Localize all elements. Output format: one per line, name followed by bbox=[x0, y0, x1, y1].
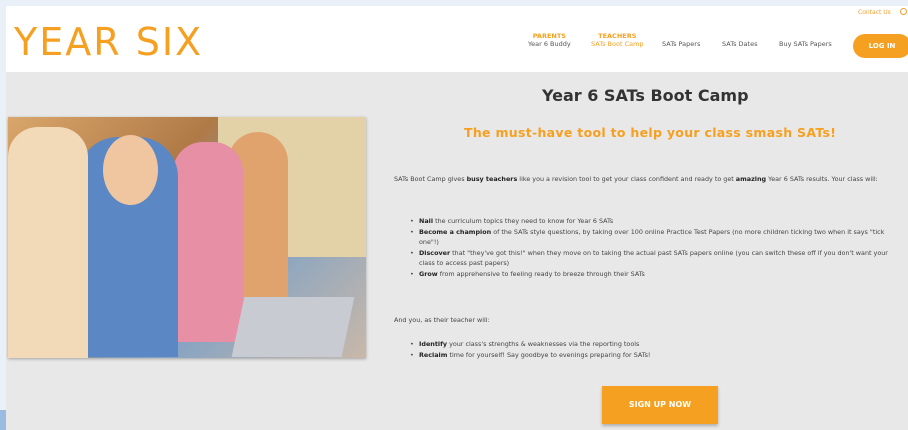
list-item: Become a champion of the SATs style ques… bbox=[410, 227, 904, 247]
search-icon[interactable] bbox=[900, 8, 907, 15]
list-item-text: that "they've got this!" when they move … bbox=[419, 249, 888, 267]
teacher-benefits-list: Identify your class's strengths & weakne… bbox=[410, 339, 904, 361]
list-item-bold: Discover bbox=[419, 249, 451, 257]
intro-text: like you a revision tool to get your cla… bbox=[517, 175, 736, 183]
list-item: Grow from apprehensive to feeling ready … bbox=[410, 269, 904, 279]
site-header: YEAR SIX Contact Us PARENTS Year 6 Buddy… bbox=[6, 6, 908, 72]
nav-item-buy-sats-papers[interactable]: Buy SATs Papers bbox=[779, 40, 832, 48]
intro-bold: amazing bbox=[735, 175, 767, 183]
nav-item-sats-papers[interactable]: SATs Papers bbox=[662, 40, 700, 48]
nav-item-sats-boot-camp[interactable]: TEACHERS SATs Boot Camp bbox=[591, 32, 644, 48]
nav-item-label: SATs Dates bbox=[722, 40, 758, 48]
intro-text: SATs Boot Camp gives bbox=[394, 175, 467, 183]
intro-paragraph: SATs Boot Camp gives busy teachers like … bbox=[394, 174, 904, 184]
nav-item-label: SATs Boot Camp bbox=[591, 40, 644, 48]
nav-item-label: SATs Papers bbox=[662, 40, 701, 48]
list-item-text: your class's strengths & weaknesses via … bbox=[447, 340, 640, 348]
page-subtitle: The must-have tool to help your class sm… bbox=[464, 125, 837, 140]
list-item-bold: Grow bbox=[419, 270, 438, 278]
nav-group-parents: PARENTS bbox=[532, 32, 566, 40]
page-title: Year 6 SATs Boot Camp bbox=[542, 86, 749, 105]
site-logo[interactable]: YEAR SIX bbox=[14, 20, 203, 64]
nav-item-label: Year 6 Buddy bbox=[528, 40, 571, 48]
contact-us-link[interactable]: Contact Us bbox=[858, 9, 891, 16]
list-item-bold: Nail bbox=[419, 217, 434, 225]
list-item-bold: Become a champion bbox=[419, 228, 492, 236]
page: YEAR SIX Contact Us PARENTS Year 6 Buddy… bbox=[6, 6, 908, 430]
nav-item-sats-dates[interactable]: SATs Dates bbox=[722, 40, 757, 48]
list-item-text: from apprehensive to feeling ready to br… bbox=[437, 270, 645, 278]
classroom-photo bbox=[8, 117, 366, 358]
photo-figure bbox=[173, 142, 243, 342]
log-in-button[interactable]: LOG IN bbox=[853, 34, 908, 58]
intro-bold: busy teachers bbox=[466, 175, 518, 183]
intro-text: Year 6 SATs results. Your class will: bbox=[766, 175, 878, 183]
list-item-text: the curriculum topics they need to know … bbox=[433, 217, 614, 225]
list-item-bold: Reclaim bbox=[419, 351, 448, 359]
list-item: Discover that "they've got this!" when t… bbox=[410, 248, 904, 268]
photo-figure bbox=[103, 135, 158, 205]
list-item: Identify your class's strengths & weakne… bbox=[410, 339, 904, 349]
list-item: Reclaim time for yourself! Say goodbye t… bbox=[410, 350, 904, 360]
photo-laptop bbox=[231, 297, 355, 357]
nav-item-year-6-buddy[interactable]: PARENTS Year 6 Buddy bbox=[528, 32, 571, 48]
nav-group-teachers: TEACHERS bbox=[598, 32, 637, 40]
teacher-paragraph: And you, as their teacher will: bbox=[394, 316, 490, 324]
photo-figure bbox=[8, 127, 88, 358]
list-item: Nail the curriculum topics they need to … bbox=[410, 216, 904, 226]
list-item-bold: Identify bbox=[419, 340, 448, 348]
student-benefits-list: Nail the curriculum topics they need to … bbox=[410, 216, 904, 280]
window-edge bbox=[0, 410, 6, 430]
list-item-text: time for yourself! Say goodbye to evenin… bbox=[447, 351, 651, 359]
sign-up-now-button[interactable]: SIGN UP NOW bbox=[602, 386, 718, 424]
nav-item-label: Buy SATs Papers bbox=[779, 40, 832, 48]
